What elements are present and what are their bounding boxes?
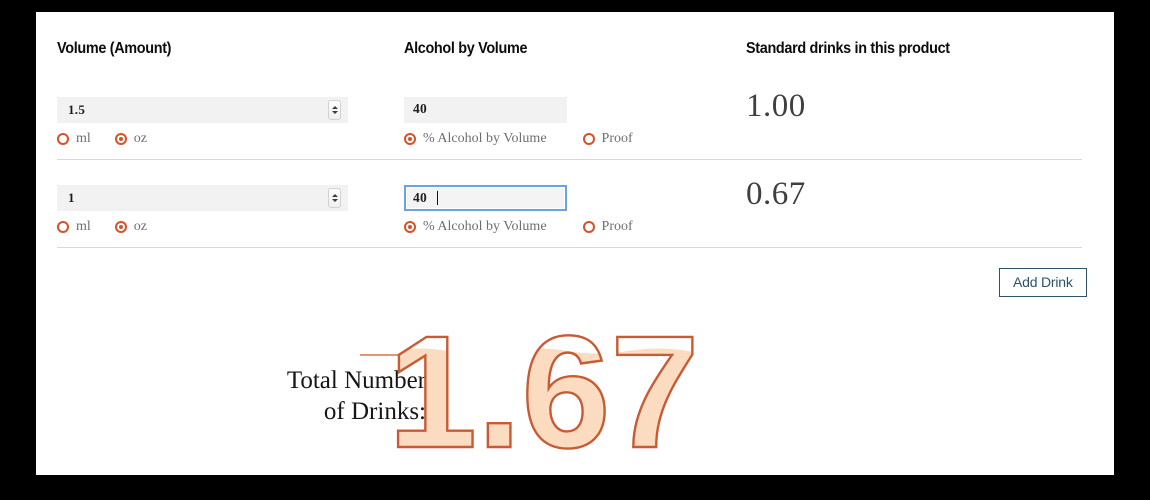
- spinner-up-icon[interactable]: [331, 194, 338, 197]
- abv-unit-option-percent-1[interactable]: % Alcohol by Volume: [404, 219, 547, 235]
- volume-unit-option-ml-1[interactable]: ml: [57, 219, 91, 235]
- volume-unit-label-ml-0: ml: [76, 131, 91, 146]
- standard-drinks-value-0: 1.00: [746, 88, 806, 124]
- abv-input-value-0: 40: [413, 101, 427, 116]
- abv-unit-radios-1: % Alcohol by Volume Proof: [404, 219, 657, 235]
- total-label-block: Total Number of Drinks:: [146, 342, 426, 427]
- app-page: Volume (Amount) Alcohol by Volume Standa…: [0, 0, 1150, 500]
- add-drink-button[interactable]: Add Drink: [999, 268, 1087, 297]
- abv-input-0[interactable]: 40: [404, 97, 567, 123]
- standard-drinks-value-1: 0.67: [746, 176, 806, 212]
- total-drinks-number: 1.67 1.67: [388, 304, 748, 474]
- abv-input-1[interactable]: 40: [404, 185, 567, 211]
- drink-row: 1 ml oz 40 % Alcohol by Volume Proof 0.6…: [36, 164, 1114, 248]
- volume-unit-radios-1: ml oz: [57, 219, 171, 235]
- radio-selected-icon[interactable]: [404, 133, 416, 145]
- radio-icon[interactable]: [582, 133, 595, 145]
- header-abv: Alcohol by Volume: [404, 40, 528, 57]
- volume-unit-label-ml-1: ml: [76, 219, 91, 234]
- abv-unit-radios-0: % Alcohol by Volume Proof: [404, 131, 657, 147]
- row-divider: [57, 159, 1082, 160]
- radio-icon[interactable]: [57, 221, 69, 233]
- abv-input-value-1: 40: [413, 190, 427, 205]
- spinner-up-icon[interactable]: [331, 106, 338, 109]
- total-number-outline: 1.67: [388, 304, 699, 474]
- volume-unit-option-oz-1[interactable]: oz: [114, 219, 147, 235]
- abv-unit-label-proof-1: Proof: [601, 219, 633, 234]
- header-standard-drinks: Standard drinks in this product: [746, 40, 950, 57]
- volume-input-0[interactable]: 1.5: [57, 97, 348, 123]
- volume-input-value-1: 1: [68, 190, 75, 205]
- radio-selected-icon[interactable]: [114, 221, 127, 233]
- radio-icon[interactable]: [582, 221, 595, 233]
- abv-unit-label-percent-1: % Alcohol by Volume: [423, 219, 547, 234]
- radio-selected-icon[interactable]: [114, 133, 127, 145]
- volume-unit-label-oz-1: oz: [133, 219, 147, 234]
- column-headers: Volume (Amount) Alcohol by Volume Standa…: [36, 12, 1114, 72]
- abv-unit-label-percent-0: % Alcohol by Volume: [423, 131, 547, 146]
- drink-row: 1.5 ml oz 40 % Alcohol by Volume Proof 1…: [36, 76, 1114, 160]
- abv-unit-option-proof-0[interactable]: Proof: [582, 131, 633, 147]
- abv-unit-option-percent-0[interactable]: % Alcohol by Volume: [404, 131, 547, 147]
- text-caret: [437, 191, 438, 205]
- volume-unit-label-oz-0: oz: [133, 131, 147, 146]
- volume-input-value-0: 1.5: [68, 102, 86, 117]
- total-number-svg: 1.67 1.67: [388, 304, 701, 474]
- number-spinner-icon[interactable]: [328, 188, 341, 208]
- drink-calculator-card: Volume (Amount) Alcohol by Volume Standa…: [36, 12, 1114, 475]
- spinner-down-icon[interactable]: [331, 199, 338, 202]
- spinner-down-icon[interactable]: [331, 111, 338, 114]
- header-volume: Volume (Amount): [57, 40, 172, 57]
- radio-icon[interactable]: [57, 133, 69, 145]
- abv-unit-option-proof-1[interactable]: Proof: [582, 219, 633, 235]
- row-divider: [57, 247, 1082, 248]
- volume-input-1[interactable]: 1: [57, 185, 348, 211]
- number-spinner-icon[interactable]: [328, 100, 341, 120]
- abv-unit-label-proof-0: Proof: [601, 131, 633, 146]
- radio-selected-icon[interactable]: [404, 221, 416, 233]
- volume-unit-option-oz-0[interactable]: oz: [114, 131, 147, 147]
- volume-unit-option-ml-0[interactable]: ml: [57, 131, 91, 147]
- volume-unit-radios-0: ml oz: [57, 131, 171, 147]
